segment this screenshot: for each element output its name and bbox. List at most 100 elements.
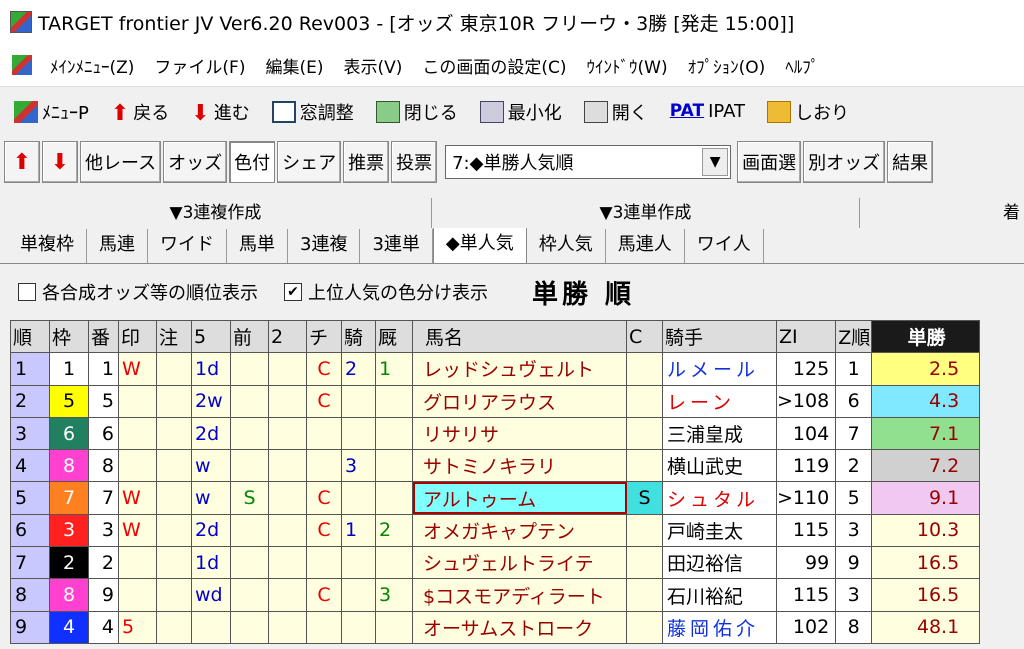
menu-screen-settings[interactable]: この画面の設定(C) [412, 53, 576, 78]
mark-cell: W [118, 352, 157, 386]
table-row[interactable]: 8 8 9 wd C 3 $コスモアディラート 石川裕紀 115 3 16.5 [10, 578, 981, 612]
horse-name-cell[interactable]: グロリアラウス [412, 384, 627, 418]
menu-main[interactable]: ﾒｲﾝﾒﾆｭｰ(Z) [40, 53, 144, 78]
table-row[interactable]: 9 4 4 5 オーサムストローク 藤岡佑介 102 8 48.1 [10, 610, 981, 644]
note-cell [156, 578, 192, 612]
share-button[interactable]: シェア [277, 141, 342, 183]
rank-display-checkbox[interactable] [18, 283, 36, 301]
horse-name-cell[interactable]: オメガキャプテン [412, 513, 627, 548]
sort-select[interactable]: 7:◆単勝人気順 ▼ [445, 145, 732, 179]
recommend-button[interactable]: 推票 [343, 141, 390, 183]
other-race-button[interactable]: 他レース [80, 141, 162, 183]
prev-cell [230, 546, 269, 580]
tab-quinella[interactable]: 馬連 [87, 229, 148, 263]
waku-cell: 4 [49, 610, 89, 644]
horse-name-cell[interactable]: シュヴェルトライテ [412, 546, 627, 580]
header-col-zi-rank[interactable]: Z順 [835, 319, 873, 354]
tab-wide[interactable]: ワイド [148, 229, 227, 263]
horse-name-cell[interactable]: サトミノキラリ [412, 449, 627, 483]
header-col-horse[interactable]: 馬名 [412, 319, 627, 354]
header-col-chi[interactable]: チ [306, 319, 342, 354]
stable-cell: 2 [375, 513, 413, 548]
vote-button[interactable]: 投票 [391, 141, 438, 183]
tab-trio[interactable]: 3連複 [288, 229, 361, 263]
header-col-number[interactable]: 番 [88, 319, 119, 354]
table-row[interactable]: 1 1 1 W 1d C 2 1 レッドシュヴェルト ルメール 125 1 2.5 [10, 352, 981, 386]
prev-button[interactable]: ⬆ [4, 141, 40, 183]
chi-cell [306, 610, 342, 644]
table-row[interactable]: 3 6 6 2d リサリサ 三浦皇成 104 7 7.1 [10, 416, 981, 451]
header-col-jockey-mark[interactable]: 騎 [341, 319, 376, 354]
header-col-rank[interactable]: 順 [10, 319, 50, 354]
main-toolbar: ﾒﾆｭｰP ⬆ 戻る ⬇ 進む 窓調整 閉じる 最小化 開く PAT IPAT しおり [0, 86, 1024, 136]
zi-rank-cell: 1 [835, 352, 873, 386]
header-col-2[interactable]: 2 [268, 319, 307, 354]
odds-button[interactable]: オッズ [163, 141, 228, 183]
number-cell: 2 [88, 546, 119, 580]
menu-view[interactable]: 表示(V) [333, 53, 412, 78]
horse-name-cell[interactable]: リサリサ [412, 416, 627, 451]
other-odds-button[interactable]: 別オッズ [803, 141, 886, 183]
jockey-mark-cell: 3 [341, 449, 376, 483]
header-col-stable[interactable]: 厩 [375, 319, 413, 354]
close-button[interactable]: 閉じる [362, 99, 466, 125]
header-col-waku[interactable]: 枠 [49, 319, 89, 354]
horse-name-cell[interactable]: レッドシュヴェルト [412, 352, 627, 386]
tab-group-trio[interactable]: ▼3連複作成 [0, 198, 432, 228]
screen-select-button[interactable]: 画面選 [737, 141, 802, 183]
tab-trifecta[interactable]: 3連単 [360, 229, 433, 263]
tab-win-popularity[interactable]: ◆単人気 [432, 228, 527, 263]
tab-bracket-popularity[interactable]: 枠人気 [527, 229, 606, 263]
rank-cell: 4 [10, 449, 50, 483]
header-col-note[interactable]: 注 [156, 319, 192, 354]
header-col-c[interactable]: C [626, 319, 663, 354]
open-icon [583, 100, 608, 123]
header-col-zi[interactable]: ZI [775, 319, 837, 354]
table-row[interactable]: 7 2 2 1d シュヴェルトライテ 田辺裕信 99 9 16.5 [10, 546, 981, 580]
table-row[interactable]: 2 5 5 2w C グロリアラウス レーン >108 6 4.3 [10, 384, 981, 418]
header-col-prev[interactable]: 前 [230, 319, 269, 354]
number-cell: 3 [88, 513, 119, 548]
table-row[interactable]: 4 8 8 w 3 サトミノキラリ 横山武史 119 2 7.2 [10, 449, 981, 483]
menu-edit[interactable]: 編集(E) [255, 53, 333, 78]
zi-cell: >108 [775, 384, 837, 418]
menu-file[interactable]: ファイル(F) [144, 53, 255, 78]
color-button[interactable]: 色付 [229, 141, 276, 183]
win-odds-cell: 2.5 [871, 352, 981, 386]
zi-cell: >110 [775, 481, 837, 515]
next-button[interactable]: ⬇ [42, 141, 78, 183]
forward-button[interactable]: ⬇ 進む [177, 99, 257, 126]
stable-cell [375, 384, 413, 418]
color-display-checkbox[interactable]: ✔ [284, 283, 302, 301]
header-col-win-odds[interactable]: 単勝 [871, 319, 981, 354]
horse-name-cell[interactable]: アルトゥーム [412, 481, 627, 515]
tab-win-place[interactable]: 単複枠 [8, 229, 87, 263]
horse-name-cell[interactable]: $コスモアディラート [412, 578, 627, 612]
window-adjust-button[interactable]: 窓調整 [258, 99, 362, 125]
menu-help[interactable]: ﾍﾙﾌﾟ [775, 53, 829, 78]
minimize-button[interactable]: 最小化 [466, 99, 570, 125]
number-cell: 4 [88, 610, 119, 644]
header-col-jockey[interactable]: 騎手 [662, 319, 777, 354]
number-cell: 5 [88, 384, 119, 418]
open-button[interactable]: 開く [570, 99, 656, 125]
tab-quinella-popularity[interactable]: 馬連人 [606, 229, 685, 263]
header-col-5[interactable]: 5 [191, 319, 231, 354]
menu-p-button[interactable]: ﾒﾆｭｰP [0, 99, 97, 125]
horse-name-cell[interactable]: オーサムストローク [412, 610, 627, 644]
bookmark-button[interactable]: しおり [753, 99, 857, 125]
tab-group-trifecta[interactable]: ▼3連単作成 [432, 198, 860, 228]
table-row[interactable]: 5 7 7 Ww S C アルトゥーム S シュタル >110 5 9.1 [10, 481, 981, 515]
back-button[interactable]: ⬆ 戻る [97, 99, 177, 126]
menu-window[interactable]: ｳｲﾝﾄﾞｳ(W) [577, 53, 678, 78]
chevron-down-icon[interactable]: ▼ [702, 148, 729, 176]
menu-options[interactable]: ｵﾌﾟｼｮﾝ(O) [678, 53, 776, 78]
header-col-mark[interactable]: 印 [118, 319, 157, 354]
system-menu-icon[interactable] [12, 55, 32, 75]
tab-exacta[interactable]: 馬単 [227, 229, 288, 263]
tab-wide-popularity[interactable]: ワイ人 [685, 229, 764, 263]
tab-group-finish[interactable]: 着 [860, 198, 1024, 228]
result-button[interactable]: 結果 [887, 141, 934, 183]
table-row[interactable]: 6 3 3 W 2d C 1 2 オメガキャプテン 戸崎圭太 115 3 10.3 [10, 513, 981, 548]
ipat-button[interactable]: PAT IPAT [656, 101, 753, 123]
